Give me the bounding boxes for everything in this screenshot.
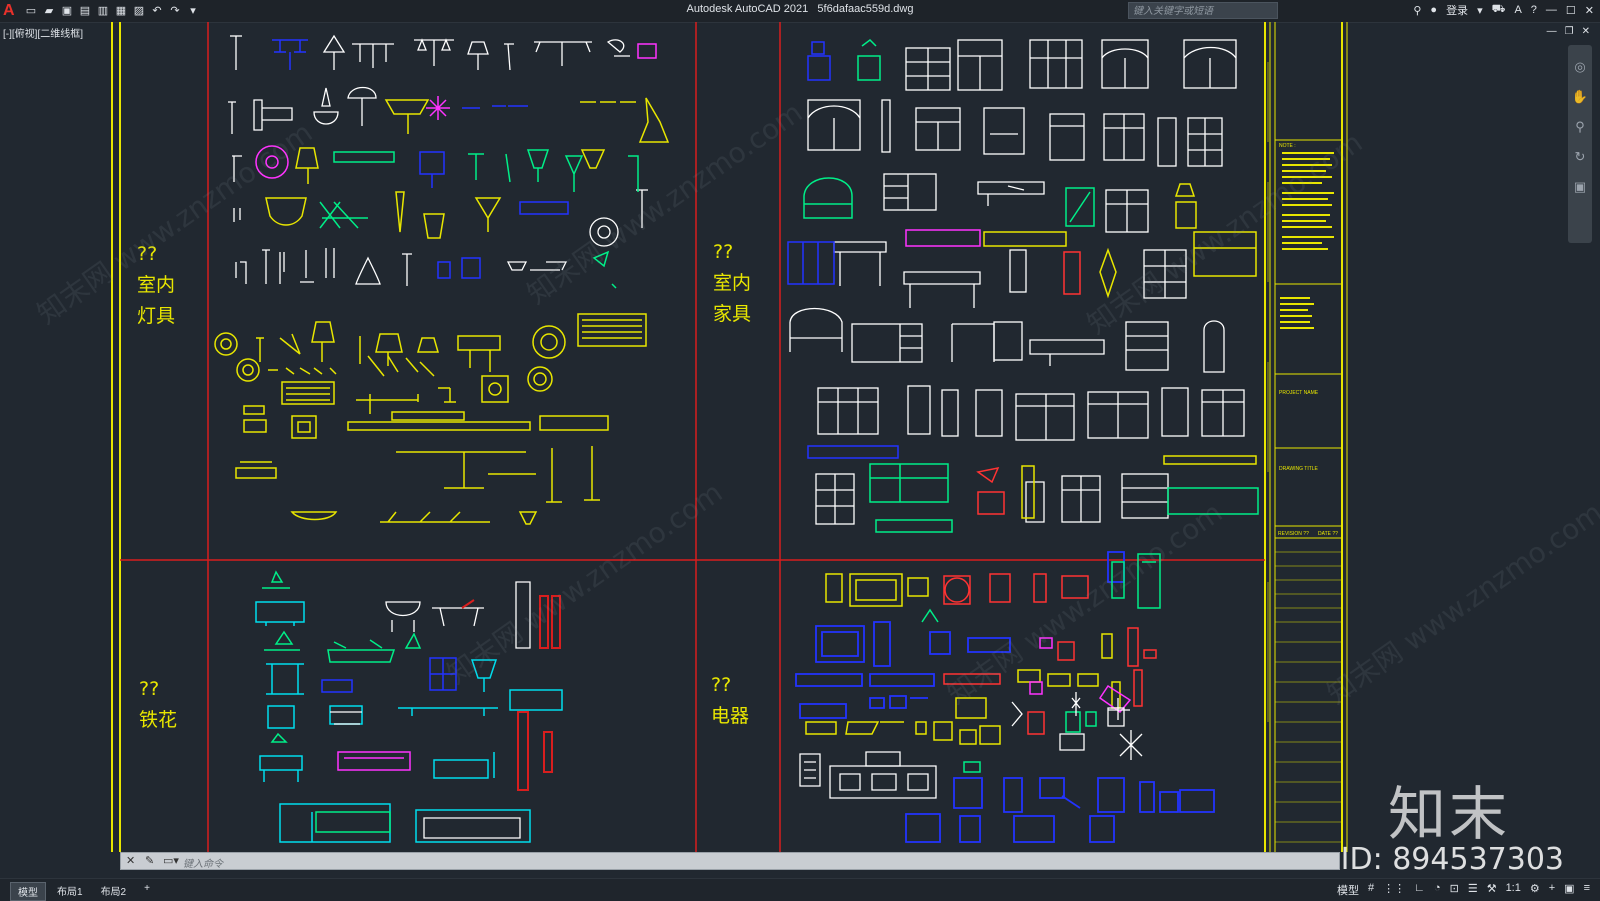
- undo-icon[interactable]: ↶: [150, 4, 164, 18]
- section-label-line: 灯具: [137, 305, 176, 327]
- section-label-furniture: ?? 室内 家具: [713, 237, 751, 330]
- orbit-icon[interactable]: ↻: [1568, 149, 1592, 165]
- tb-drawing-title: DRAWING TITLE: [1279, 466, 1319, 472]
- user-icon[interactable]: ●: [1430, 4, 1437, 16]
- watermark-logo: 知末: [1387, 780, 1510, 848]
- drawing-close-icon[interactable]: ✕: [1582, 26, 1590, 37]
- customize-icon[interactable]: ✎: [145, 854, 154, 867]
- status-tools: 模型 # ⋮⋮ ∟ ◔ ⊡ ☰ ⚒ 1:1 ⚙ + ▣ ≡: [1337, 882, 1590, 898]
- view-label[interactable]: [-][俯视][二维线框]: [3, 25, 83, 40]
- autocad-logo[interactable]: A: [3, 2, 15, 20]
- title-bar: A ▭ ▰ ▣ ▤ ▥ ▦ ▨ ↶ ↷ ▾ Autodesk AutoCAD 2…: [0, 0, 1600, 23]
- ortho-icon[interactable]: ∟: [1414, 882, 1425, 898]
- section-label-line: 铁花: [139, 709, 178, 731]
- navigation-bar[interactable]: ◎ ✋ ⚲ ↻ ▣: [1568, 45, 1592, 243]
- customize-icon[interactable]: ▾: [186, 4, 200, 18]
- a360-icon[interactable]: A: [1514, 4, 1521, 16]
- quick-access-toolbar: ▭ ▰ ▣ ▤ ▥ ▦ ▨ ↶ ↷ ▾: [24, 4, 200, 18]
- tb-revision: REVISION ??: [1278, 531, 1309, 537]
- cart-icon[interactable]: ⛟: [1492, 3, 1506, 17]
- new-icon[interactable]: ▭: [24, 4, 38, 18]
- section-label-line: 家具: [713, 303, 752, 325]
- section-label-line: ??: [139, 678, 160, 700]
- settings-icon[interactable]: ⚙: [1530, 882, 1540, 898]
- model-space-button[interactable]: 模型: [1337, 882, 1359, 898]
- recent-commands-icon[interactable]: ▭▾: [163, 854, 179, 867]
- tab-layout1[interactable]: 布局1: [50, 882, 90, 901]
- steering-wheel-icon[interactable]: ◎: [1568, 59, 1592, 75]
- section-label-line: ??: [713, 241, 734, 263]
- furniture-magenta: [905, 229, 981, 247]
- login-button[interactable]: 登录: [1446, 2, 1468, 18]
- command-line[interactable]: ✕ ✎ ▭▾ 键入命令: [120, 852, 1340, 870]
- tb-date: DATE ??: [1318, 531, 1338, 537]
- minimize-icon[interactable]: —: [1546, 4, 1557, 16]
- close-icon[interactable]: ✕: [1585, 4, 1594, 17]
- ironwork-green: [262, 570, 422, 833]
- redo-icon[interactable]: ↷: [168, 4, 182, 18]
- pan-icon[interactable]: ✋: [1568, 89, 1592, 105]
- plus-icon[interactable]: +: [1549, 882, 1555, 898]
- section-label-appliances: ?? 电器: [711, 670, 749, 732]
- section-label-ironwork: ?? 铁花: [139, 674, 177, 736]
- saveas-icon[interactable]: ▤: [78, 4, 92, 18]
- annotation-icon[interactable]: ⚒: [1487, 882, 1497, 898]
- file-name: 5f6dafaac559d.dwg: [817, 3, 914, 15]
- command-input[interactable]: 键入命令: [183, 855, 223, 870]
- osnap-icon[interactable]: ⊡: [1450, 882, 1459, 898]
- app-title: Autodesk AutoCAD 2021: [686, 3, 809, 15]
- furniture-red: [976, 251, 1081, 515]
- tb-notes-label: NOTE :: [1279, 143, 1296, 149]
- zoom-icon[interactable]: ⚲: [1568, 119, 1592, 135]
- drawing-restore-icon[interactable]: ❐: [1565, 26, 1574, 37]
- title-bar-right: ⚲ ● 登录 ▾ ⛟ A ? — ☐ ✕: [1413, 2, 1594, 18]
- help-icon[interactable]: ?: [1531, 4, 1537, 16]
- print-icon[interactable]: ▨: [132, 4, 146, 18]
- scale-label[interactable]: 1:1: [1506, 882, 1521, 898]
- tb-project-name: PROJECT NAME: [1279, 390, 1319, 396]
- command-close-icon[interactable]: ✕: [126, 854, 135, 867]
- grid-icon[interactable]: #: [1368, 882, 1374, 898]
- window-title: Autodesk AutoCAD 2021 5f6dafaac559d.dwg: [0, 3, 1600, 15]
- tab-model[interactable]: 模型: [10, 882, 46, 901]
- ironwork-blue: [321, 657, 457, 693]
- maximize-icon[interactable]: ☐: [1566, 4, 1576, 17]
- status-bar: 模型 布局1 布局2 + 模型 # ⋮⋮ ∟ ◔ ⊡ ☰ ⚒ 1:1 ⚙ + ▣…: [0, 878, 1600, 901]
- drawing-canvas[interactable]: NOTE : PROJECT NAME DRAWING TITLE REVISI…: [0, 22, 1600, 878]
- menu-icon[interactable]: ≡: [1584, 882, 1590, 898]
- open-icon[interactable]: ▰: [42, 4, 56, 18]
- appliance-white: [799, 692, 1143, 799]
- dropdown-icon[interactable]: ▾: [1477, 4, 1483, 17]
- drawing-window-controls: — ❐ ✕: [1547, 26, 1590, 37]
- snap-icon[interactable]: ⋮⋮: [1383, 882, 1405, 898]
- section-label-line: ??: [711, 674, 732, 696]
- watermark-id: ID: 894537303: [1340, 842, 1564, 877]
- search-input[interactable]: 键入关键字或短语: [1128, 2, 1278, 19]
- tab-layout2[interactable]: 布局2: [94, 882, 134, 901]
- lineweight-icon[interactable]: ☰: [1468, 882, 1478, 898]
- layout-tabs: 模型 布局1 布局2 +: [10, 882, 157, 901]
- section-label-line: 电器: [711, 705, 750, 727]
- search-icon[interactable]: ⚲: [1413, 4, 1421, 17]
- ironwork-magenta: [337, 751, 411, 771]
- fullscreen-icon[interactable]: ▣: [1564, 882, 1574, 898]
- section-label-line: 室内: [713, 272, 752, 294]
- section-label-line: 室内: [137, 274, 176, 296]
- showmotion-icon[interactable]: ▣: [1568, 179, 1592, 195]
- plot-icon[interactable]: ▦: [114, 4, 128, 18]
- drawing-minimize-icon[interactable]: —: [1547, 26, 1557, 37]
- save-icon[interactable]: ▣: [60, 4, 74, 18]
- polar-icon[interactable]: ◔: [1434, 882, 1441, 898]
- add-layout-button[interactable]: +: [137, 882, 157, 901]
- publish-icon[interactable]: ▥: [96, 4, 110, 18]
